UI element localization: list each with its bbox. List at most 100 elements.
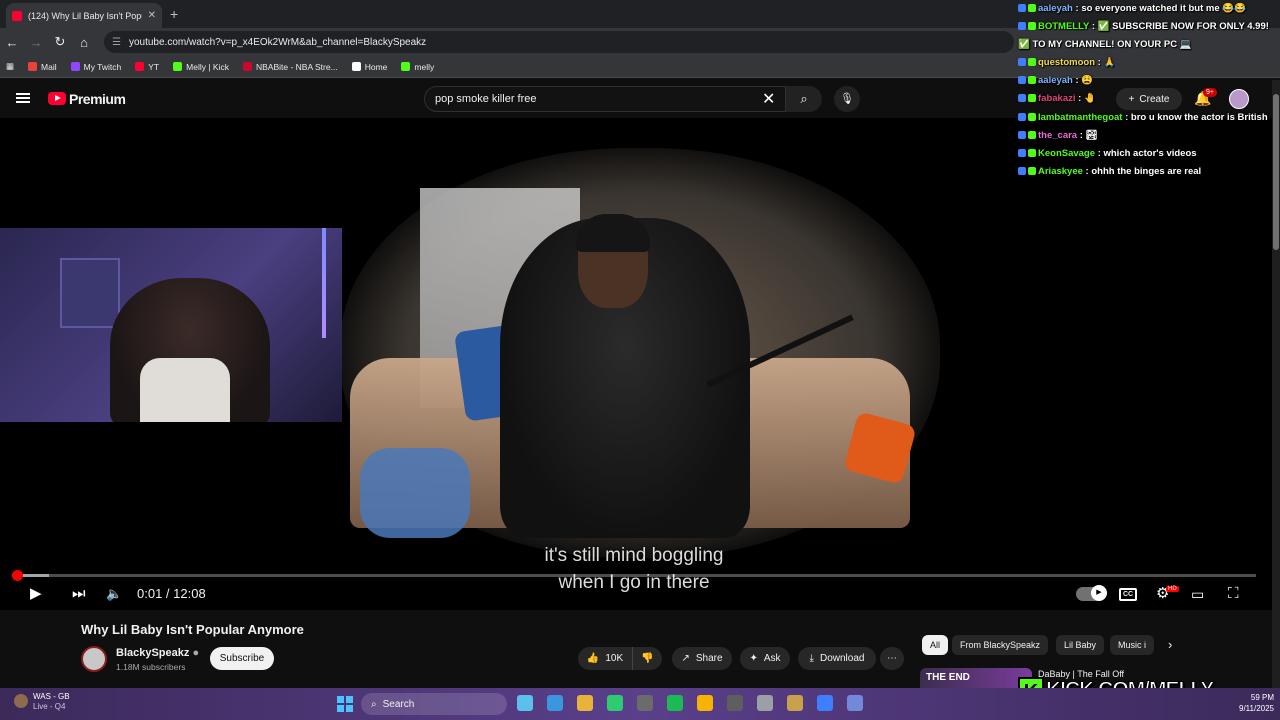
- chat-badge-icon: [1028, 22, 1036, 30]
- bookmark-item[interactable]: YT: [135, 62, 159, 72]
- youtube-brand[interactable]: Premium: [69, 91, 126, 107]
- site-info-icon[interactable]: ☰: [112, 37, 121, 48]
- filter-chip[interactable]: All: [922, 635, 949, 655]
- search-button[interactable]: ⌕: [786, 86, 822, 112]
- download-button[interactable]: ⤓ Download: [798, 647, 876, 670]
- video-title: Why Lil Baby Isn't Popular Anymore: [81, 622, 304, 637]
- search-query: pop smoke killer free: [435, 93, 537, 105]
- progress-scrubber-handle[interactable]: [12, 570, 23, 581]
- windows-start-icon[interactable]: [337, 696, 353, 712]
- bookmark-favicon-icon: [173, 62, 183, 71]
- chat-username: questomoon: [1038, 57, 1095, 68]
- discord-icon[interactable]: [847, 695, 863, 711]
- autoplay-toggle[interactable]: [1076, 585, 1107, 601]
- chat-message: BOTMELLY : ✅ SUBSCRIBE NOW FOR ONLY 4.99…: [1014, 18, 1276, 36]
- caption-line-1: it's still mind boggling: [544, 545, 724, 566]
- chat-badge-icon: [1028, 149, 1036, 157]
- chat-message: Iambatmanthegoat : bro u know the actor …: [1014, 110, 1276, 125]
- chat-badge-icon: [1028, 4, 1036, 12]
- apps-grid-icon[interactable]: ▦: [6, 61, 14, 72]
- volume-icon[interactable]: 🔈: [106, 584, 122, 604]
- edge-icon[interactable]: [547, 695, 563, 711]
- chat-text: ohhh the binges are real: [1091, 166, 1202, 177]
- voice-search-button[interactable]: 🎙: [834, 86, 860, 112]
- settings-icon[interactable]: [817, 695, 833, 711]
- chat-badge-icon: [1018, 22, 1026, 30]
- theater-mode-icon[interactable]: ▭: [1191, 584, 1204, 604]
- more-actions-button[interactable]: ⋯: [880, 647, 904, 670]
- xbox-icon[interactable]: [607, 695, 623, 711]
- captions-icon[interactable]: CC: [1119, 588, 1137, 601]
- microphone-icon: 🎙: [840, 93, 854, 105]
- progress-bar[interactable]: [12, 574, 1256, 577]
- task-view-icon[interactable]: [517, 695, 533, 711]
- chat-username: the_cara: [1038, 130, 1078, 141]
- forward-arrow-icon[interactable]: →: [24, 35, 48, 50]
- chat-badge-icon: [1028, 131, 1036, 139]
- game-icon[interactable]: [787, 695, 803, 711]
- chat-badge-icon: [1018, 113, 1026, 121]
- bookmark-favicon-icon: [135, 62, 145, 71]
- system-clock[interactable]: 59 PM 9/11/2025: [1226, 692, 1274, 714]
- chevron-right-icon[interactable]: ›: [1168, 637, 1172, 652]
- bookmark-item[interactable]: My Twitch: [70, 62, 121, 72]
- weather-widget[interactable]: WAS - GB Live - Q4: [14, 692, 70, 712]
- browser-tab[interactable]: (124) Why Lil Baby Isn't Popula ✕: [6, 3, 162, 28]
- taskbar-search[interactable]: ⌕ Search: [361, 693, 507, 715]
- chat-text: ✅ TO MY CHANNEL! ON YOUR PC 💻: [1018, 39, 1192, 50]
- chat-badge-icon: [1028, 113, 1036, 121]
- new-tab-icon[interactable]: +: [170, 6, 178, 22]
- notes-icon[interactable]: [727, 695, 743, 711]
- hd-badge: HD: [1166, 586, 1179, 592]
- chat-username: fabakazi: [1038, 93, 1076, 104]
- chat-username: KeonSavage: [1038, 148, 1096, 159]
- filter-chip[interactable]: Lil Baby: [1056, 635, 1105, 655]
- chat-text: ✅ SUBSCRIBE NOW FOR ONLY 4.99!: [1097, 21, 1269, 32]
- steam-icon[interactable]: [637, 695, 653, 711]
- next-video-icon[interactable]: ⏭: [72, 584, 86, 604]
- channel-name[interactable]: BlackySpeakz ●: [116, 647, 199, 659]
- url-bar[interactable]: ☰ youtube.com/watch?v=p_x4EOk2WrM&ab_cha…: [104, 31, 1014, 53]
- clear-search-icon[interactable]: ✕: [762, 89, 775, 109]
- chat-username: Iambatmanthegoat: [1038, 112, 1123, 123]
- chat-username: Ariaskyee: [1038, 166, 1083, 177]
- media-icon[interactable]: [757, 695, 773, 711]
- search-input[interactable]: pop smoke killer free: [424, 86, 786, 112]
- chat-text: 🙏: [1103, 57, 1116, 68]
- bookmark-favicon-icon: [401, 62, 411, 71]
- back-arrow-icon[interactable]: ←: [0, 35, 24, 50]
- dislike-button[interactable]: 👎: [632, 647, 662, 670]
- spotify-icon[interactable]: [667, 695, 683, 711]
- chat-message: aaleyah : 😩: [1014, 72, 1276, 90]
- bookmark-item[interactable]: NBABite - NBA Stre...: [242, 62, 338, 72]
- share-button[interactable]: ↗ Share: [672, 647, 732, 670]
- chat-badge-icon: [1018, 4, 1026, 12]
- play-icon[interactable]: ▶: [30, 584, 42, 604]
- reload-icon[interactable]: ↻: [48, 34, 72, 50]
- chat-badge-icon: [1018, 94, 1026, 102]
- chat-username: aaleyah: [1038, 3, 1073, 14]
- hamburger-menu-icon[interactable]: [16, 93, 30, 103]
- filter-chip[interactable]: Music i: [1110, 635, 1154, 655]
- bookmark-item[interactable]: melly: [401, 62, 434, 72]
- ask-button[interactable]: ✦ Ask: [740, 647, 790, 670]
- chat-message: aaleyah : so everyone watched it but me …: [1014, 0, 1276, 18]
- bookmark-item[interactable]: Mail: [28, 62, 57, 72]
- subscribe-button[interactable]: Subscribe: [210, 647, 274, 670]
- sparkle-icon: ✦: [749, 653, 758, 664]
- youtube-logo-icon[interactable]: [48, 92, 66, 105]
- like-button[interactable]: 👍 10K: [578, 647, 632, 670]
- close-tab-icon[interactable]: ✕: [148, 10, 156, 21]
- bookmark-item[interactable]: Home: [351, 62, 387, 72]
- team-logo-icon: [14, 694, 28, 708]
- recommended-thumbnail[interactable]: THE END: [920, 668, 1032, 688]
- home-icon[interactable]: ⌂: [72, 35, 96, 50]
- chrome-icon[interactable]: [697, 695, 713, 711]
- search-icon: ⌕: [800, 91, 808, 106]
- file-explorer-icon[interactable]: [577, 695, 593, 711]
- channel-avatar[interactable]: [81, 646, 107, 672]
- filter-chip[interactable]: From BlackySpeakz: [952, 635, 1049, 655]
- chat-badge-icon: [1028, 58, 1036, 66]
- bookmark-item[interactable]: Melly | Kick: [173, 62, 229, 72]
- fullscreen-icon[interactable]: ⛶: [1228, 584, 1239, 604]
